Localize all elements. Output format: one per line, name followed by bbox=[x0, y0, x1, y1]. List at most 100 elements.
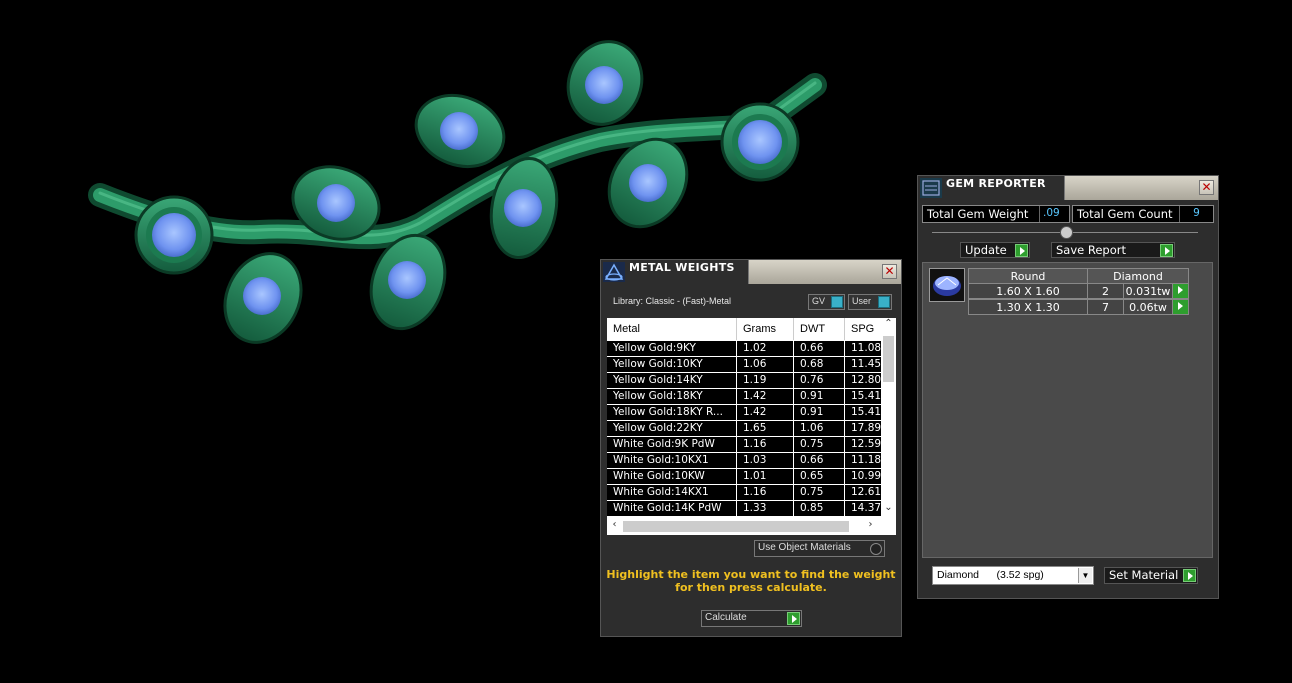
vertical-scrollbar[interactable]: ⌃ ⌄ bbox=[881, 318, 896, 518]
gem-row-weight: 0.031tw bbox=[1123, 283, 1173, 299]
table-row[interactable]: Yellow Gold:10KY 1.06 0.68 11.45 bbox=[607, 357, 895, 373]
gv-toggle-knob bbox=[831, 296, 843, 308]
metal-weights-title: METAL WEIGHTS bbox=[629, 261, 735, 274]
gem-row-size: 1.60 X 1.60 bbox=[968, 283, 1088, 299]
table-row[interactable]: Yellow Gold:22KY 1.65 1.06 17.89 bbox=[607, 421, 895, 437]
total-gem-count-label: Total Gem Count bbox=[1077, 207, 1173, 221]
play-icon bbox=[1160, 244, 1173, 257]
metal-table-body: Yellow Gold:9KY 1.02 0.66 11.08 Yellow Gold:… bbox=[607, 341, 895, 517]
horizontal-scroll-thumb[interactable] bbox=[623, 521, 849, 532]
grams-cell: 1.42 bbox=[737, 405, 794, 420]
material-select-value: Diamond (3.52 spg) bbox=[937, 569, 1044, 581]
round-gem-thumbnail[interactable] bbox=[929, 268, 965, 302]
dwt-cell: 0.91 bbox=[794, 405, 845, 420]
chevron-down-icon[interactable]: ▼ bbox=[1078, 568, 1092, 583]
set-material-button[interactable]: Set Material bbox=[1104, 567, 1198, 584]
gem-row-count: 2 bbox=[1087, 283, 1124, 299]
dwt-cell: 1.06 bbox=[794, 421, 845, 436]
table-row[interactable]: Yellow Gold:18KY R... 1.42 0.91 15.41 bbox=[607, 405, 895, 421]
instruction-line-2: for then press calculate. bbox=[675, 581, 827, 594]
gv-toggle[interactable]: GV bbox=[808, 294, 845, 310]
calculate-label: Calculate bbox=[705, 612, 747, 623]
use-object-materials-toggle[interactable]: Use Object Materials bbox=[754, 540, 885, 557]
column-header-grams[interactable]: Grams bbox=[737, 318, 794, 340]
gem-row-select-button[interactable] bbox=[1172, 299, 1189, 315]
grams-cell: 1.33 bbox=[737, 501, 794, 516]
grams-cell: 1.65 bbox=[737, 421, 794, 436]
table-row[interactable]: White Gold:9K PdW 1.16 0.75 12.59 bbox=[607, 437, 895, 453]
total-gem-weight-value: .09 bbox=[1039, 206, 1069, 222]
use-object-materials-label: Use Object Materials bbox=[758, 542, 851, 553]
dwt-cell: 0.76 bbox=[794, 373, 845, 388]
close-button[interactable]: ✕ bbox=[882, 264, 897, 279]
scroll-down-icon[interactable]: ⌄ bbox=[881, 502, 896, 513]
dwt-cell: 0.66 bbox=[794, 453, 845, 468]
play-icon bbox=[1015, 244, 1028, 257]
instruction-text: Highlight the item you want to find the … bbox=[601, 568, 901, 594]
grams-cell: 1.02 bbox=[737, 341, 794, 356]
metal-table[interactable]: Metal Grams DWT SPG Yellow Gold:9KY 1.02 0… bbox=[607, 318, 896, 535]
table-row[interactable]: White Gold:10KX1 1.03 0.66 11.18 bbox=[607, 453, 895, 469]
dwt-cell: 0.91 bbox=[794, 389, 845, 404]
play-icon bbox=[1174, 300, 1187, 313]
column-header-dwt[interactable]: DWT bbox=[794, 318, 845, 340]
gem-reporter-panel: GEM REPORTER ✕ Total Gem Weight .09 Tota… bbox=[917, 175, 1219, 599]
metal-weights-icon bbox=[603, 262, 625, 282]
save-report-label: Save Report bbox=[1056, 243, 1127, 257]
gem-row-select-button[interactable] bbox=[1172, 283, 1189, 299]
metal-name-cell: Yellow Gold:18KY bbox=[607, 389, 737, 404]
metal-weights-titlebar[interactable]: METAL WEIGHTS ✕ bbox=[601, 260, 901, 284]
gem-header-shape: Round bbox=[968, 268, 1088, 284]
scroll-left-icon[interactable]: ‹ bbox=[607, 519, 622, 530]
table-row[interactable]: White Gold:14KX1 1.16 0.75 12.61 bbox=[607, 485, 895, 501]
table-row[interactable]: Yellow Gold:9KY 1.02 0.66 11.08 bbox=[607, 341, 895, 357]
table-row[interactable]: Yellow Gold:18KY 1.42 0.91 15.41 bbox=[607, 389, 895, 405]
update-button[interactable]: Update bbox=[960, 242, 1030, 258]
grams-cell: 1.42 bbox=[737, 389, 794, 404]
save-report-button[interactable]: Save Report bbox=[1051, 242, 1175, 258]
update-label: Update bbox=[965, 243, 1007, 257]
vertical-scroll-thumb[interactable] bbox=[883, 336, 894, 382]
grams-cell: 1.16 bbox=[737, 485, 794, 500]
gem-reporter-titlebar[interactable]: GEM REPORTER ✕ bbox=[918, 176, 1218, 200]
user-toggle-knob bbox=[878, 296, 890, 308]
metal-name-cell: Yellow Gold:18KY R... bbox=[607, 405, 737, 420]
metal-name-cell: White Gold:10KX1 bbox=[607, 453, 737, 468]
gem-reporter-title: GEM REPORTER bbox=[946, 177, 1046, 190]
gem-row-count: 7 bbox=[1087, 299, 1124, 315]
dwt-cell: 0.85 bbox=[794, 501, 845, 516]
horizontal-scrollbar[interactable]: ‹ › bbox=[607, 518, 881, 535]
table-row[interactable]: White Gold:10KW 1.01 0.65 10.99 bbox=[607, 469, 895, 485]
dwt-cell: 0.75 bbox=[794, 485, 845, 500]
dwt-cell: 0.75 bbox=[794, 437, 845, 452]
metal-name-cell: White Gold:14K PdW bbox=[607, 501, 737, 516]
scroll-right-icon[interactable]: › bbox=[863, 519, 878, 530]
metal-name-cell: White Gold:10KW bbox=[607, 469, 737, 484]
material-select[interactable]: Diamond (3.52 spg) ▼ bbox=[932, 566, 1094, 585]
grams-cell: 1.06 bbox=[737, 357, 794, 372]
gv-toggle-label: GV bbox=[812, 296, 826, 306]
library-label: Library: Classic - (Fast)-Metal bbox=[613, 296, 732, 306]
grams-cell: 1.16 bbox=[737, 437, 794, 452]
play-icon bbox=[1174, 284, 1187, 297]
column-header-metal[interactable]: Metal bbox=[607, 318, 737, 340]
table-row[interactable]: White Gold:14K PdW 1.33 0.85 14.37 bbox=[607, 501, 895, 517]
use-object-materials-radio[interactable] bbox=[870, 543, 882, 555]
user-toggle[interactable]: User bbox=[848, 294, 892, 310]
metal-name-cell: White Gold:14KX1 bbox=[607, 485, 737, 500]
scroll-up-icon[interactable]: ⌃ bbox=[881, 318, 896, 329]
dwt-cell: 0.65 bbox=[794, 469, 845, 484]
gem-list-area[interactable]: Round Diamond 1.60 X 1.60 2 0.031tw 1.30… bbox=[922, 262, 1213, 558]
close-button[interactable]: ✕ bbox=[1199, 180, 1214, 195]
play-icon bbox=[787, 612, 800, 625]
instruction-line-1: Highlight the item you want to find the … bbox=[606, 568, 896, 581]
gem-header-material: Diamond bbox=[1087, 268, 1189, 284]
calculate-button[interactable]: Calculate bbox=[701, 610, 802, 627]
metal-name-cell: Yellow Gold:22KY bbox=[607, 421, 737, 436]
table-row[interactable]: Yellow Gold:14KY 1.19 0.76 12.80 bbox=[607, 373, 895, 389]
metal-name-cell: Yellow Gold:10KY bbox=[607, 357, 737, 372]
play-icon bbox=[1183, 569, 1196, 582]
slider-handle[interactable] bbox=[1060, 226, 1073, 239]
gem-reporter-icon bbox=[920, 178, 942, 198]
metal-name-cell: White Gold:9K PdW bbox=[607, 437, 737, 452]
